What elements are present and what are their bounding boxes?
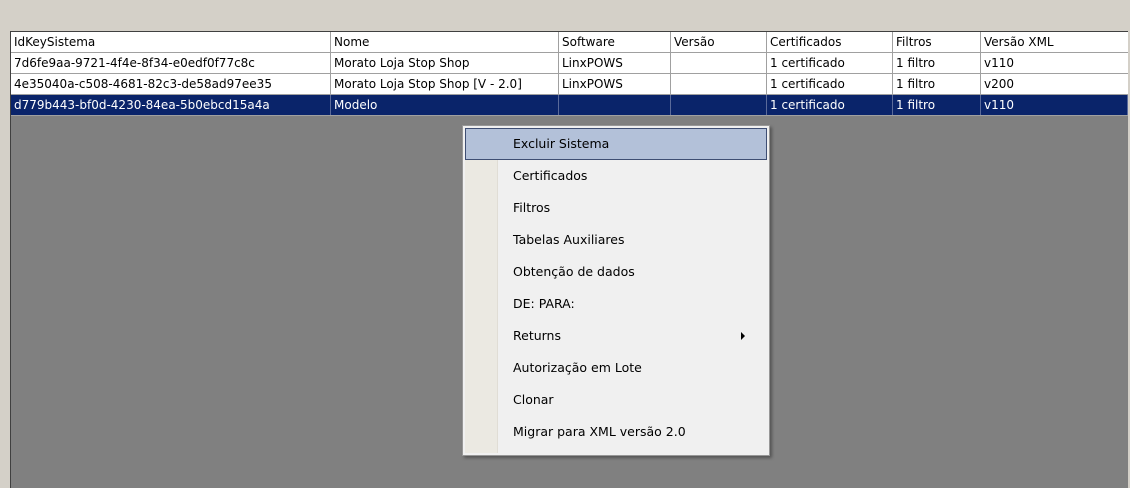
- cell-certificados[interactable]: 1 certificado: [767, 74, 893, 94]
- menu-item-migrar-xml-2[interactable]: Migrar para XML versão 2.0: [465, 416, 767, 448]
- menu-item-de-para[interactable]: DE: PARA:: [465, 288, 767, 320]
- menu-item-autorizacao-em-lote[interactable]: Autorização em Lote: [465, 352, 767, 384]
- table-row-selected[interactable]: d779b443-bf0d-4230-84ea-5b0ebcd15a4a Mod…: [11, 95, 1128, 116]
- submenu-arrow-icon: [741, 332, 745, 340]
- table-row[interactable]: 7d6fe9aa-9721-4f4e-8f34-e0edf0f77c8c Mor…: [11, 53, 1128, 74]
- menu-item-certificados[interactable]: Certificados: [465, 160, 767, 192]
- cell-nome[interactable]: Modelo: [331, 95, 559, 115]
- cell-filtros[interactable]: 1 filtro: [893, 95, 981, 115]
- systems-grid: IdKeySistema Nome Software Versão Certif…: [11, 32, 1128, 116]
- menu-item-filtros[interactable]: Filtros: [465, 192, 767, 224]
- cell-filtros[interactable]: 1 filtro: [893, 53, 981, 73]
- cell-software[interactable]: LinxPOWS: [559, 53, 671, 73]
- cell-versao[interactable]: [671, 95, 767, 115]
- menu-item-tabelas-auxiliares[interactable]: Tabelas Auxiliares: [465, 224, 767, 256]
- cell-certificados[interactable]: 1 certificado: [767, 95, 893, 115]
- cell-idkeysistema[interactable]: 4e35040a-c508-4681-82c3-de58ad97ee35: [11, 74, 331, 94]
- context-menu: Excluir Sistema Certificados Filtros Tab…: [462, 125, 770, 456]
- cell-filtros[interactable]: 1 filtro: [893, 74, 981, 94]
- cell-idkeysistema[interactable]: d779b443-bf0d-4230-84ea-5b0ebcd15a4a: [11, 95, 331, 115]
- cell-nome[interactable]: Morato Loja Stop Shop: [331, 53, 559, 73]
- column-header-filtros[interactable]: Filtros: [893, 32, 981, 52]
- grid-header-row: IdKeySistema Nome Software Versão Certif…: [11, 32, 1128, 53]
- menu-item-returns[interactable]: Returns: [465, 320, 767, 352]
- column-header-nome[interactable]: Nome: [331, 32, 559, 52]
- column-header-versao[interactable]: Versão: [671, 32, 767, 52]
- cell-software[interactable]: [559, 95, 671, 115]
- cell-certificados[interactable]: 1 certificado: [767, 53, 893, 73]
- menu-item-obtencao-de-dados[interactable]: Obtenção de dados: [465, 256, 767, 288]
- menu-item-returns-label: Returns: [513, 328, 561, 343]
- cell-versao[interactable]: [671, 74, 767, 94]
- column-header-certificados[interactable]: Certificados: [767, 32, 893, 52]
- window-top-strip: [0, 0, 1130, 31]
- cell-versao-xml[interactable]: v200: [981, 74, 1128, 94]
- table-row[interactable]: 4e35040a-c508-4681-82c3-de58ad97ee35 Mor…: [11, 74, 1128, 95]
- cell-versao-xml[interactable]: v110: [981, 95, 1128, 115]
- cell-idkeysistema[interactable]: 7d6fe9aa-9721-4f4e-8f34-e0edf0f77c8c: [11, 53, 331, 73]
- cell-nome[interactable]: Morato Loja Stop Shop [V - 2.0]: [331, 74, 559, 94]
- menu-item-clonar[interactable]: Clonar: [465, 384, 767, 416]
- column-header-idkeysistema[interactable]: IdKeySistema: [11, 32, 331, 52]
- cell-software[interactable]: LinxPOWS: [559, 74, 671, 94]
- column-header-software[interactable]: Software: [559, 32, 671, 52]
- cell-versao[interactable]: [671, 53, 767, 73]
- column-header-versao-xml[interactable]: Versão XML: [981, 32, 1128, 52]
- menu-item-excluir-sistema[interactable]: Excluir Sistema: [465, 128, 767, 160]
- cell-versao-xml[interactable]: v110: [981, 53, 1128, 73]
